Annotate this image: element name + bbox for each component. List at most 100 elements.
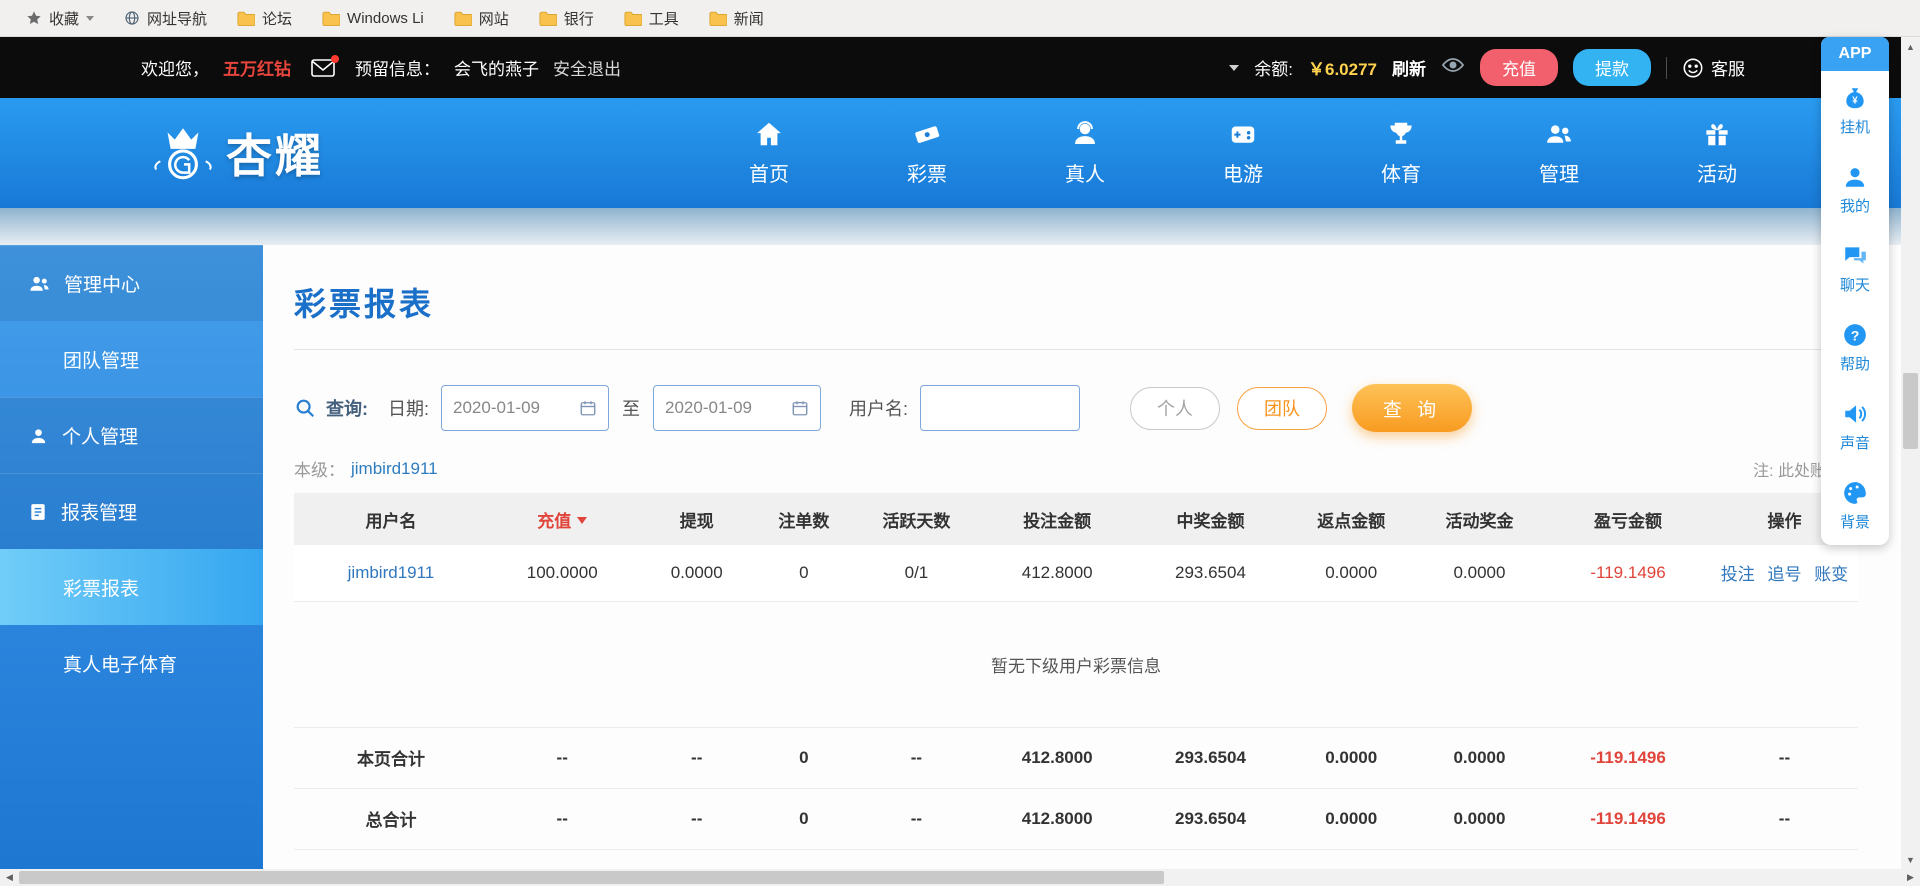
withdraw-button[interactable]: 提款 — [1573, 49, 1651, 86]
username-input[interactable] — [920, 385, 1080, 431]
bookmark-folder-tools[interactable]: 工具 — [624, 8, 679, 29]
bookmark-folder-banks[interactable]: 银行 — [539, 8, 594, 29]
float-item-chat[interactable]: 聊天 — [1821, 229, 1889, 308]
nav-item-live[interactable]: 真人 — [1037, 119, 1133, 187]
help-icon: ? — [1842, 322, 1868, 348]
sidebar-item-live-egame-sports[interactable]: 真人电子体育 — [0, 625, 263, 701]
action-bet-link[interactable]: 投注 — [1721, 565, 1755, 584]
action-chase-link[interactable]: 追号 — [1767, 565, 1801, 584]
sidebar-item-report-manage[interactable]: 报表管理 — [0, 473, 263, 549]
action-account-change-link[interactable]: 账变 — [1814, 565, 1848, 584]
vertical-scroll-thumb[interactable] — [1903, 373, 1918, 449]
date-from-value: 2020-01-09 — [453, 398, 540, 418]
date-from-input[interactable]: 2020-01-09 — [441, 385, 609, 431]
screen: 收藏 网址导航 论坛 Windows Li 网站 银行 工具 新 — [0, 0, 1920, 886]
horizontal-scrollbar[interactable]: ◀ ▶ — [0, 869, 1920, 886]
scroll-up-arrow[interactable]: ▲ — [1901, 37, 1920, 56]
sidebar-item-admin-center[interactable]: 管理中心 — [0, 245, 263, 321]
search-button[interactable]: 查 询 — [1352, 384, 1472, 432]
refresh-button[interactable]: 刷新 — [1392, 55, 1426, 80]
total-cell: -119.1496 — [1545, 727, 1711, 788]
vertical-scrollbar[interactable]: ▲ ▼ — [1901, 37, 1920, 869]
nav-label: 体育 — [1381, 158, 1421, 187]
float-item-background[interactable]: 背景 — [1821, 466, 1889, 545]
sidebar-item-team-manage[interactable]: 团队管理 — [0, 321, 263, 397]
main-navbar: 杏耀 首页 彩票 真人 电游 体育 — [0, 98, 1920, 208]
search-toolbar: 查询: 日期: 2020-01-09 至 2020-01-09 用户名: 个人 … — [294, 384, 1858, 432]
logout-link[interactable]: 安全退出 — [553, 55, 621, 80]
bookmark-folder-forum[interactable]: 论坛 — [237, 8, 292, 29]
float-item-mine[interactable]: 我的 — [1821, 150, 1889, 229]
scroll-down-arrow[interactable]: ▼ — [1901, 850, 1920, 869]
app-button[interactable]: APP — [1821, 37, 1889, 71]
date-to-input[interactable]: 2020-01-09 — [653, 385, 821, 431]
level-label: 本级： — [294, 456, 345, 481]
service-label: 客服 — [1711, 55, 1745, 80]
nav-item-activities[interactable]: 活动 — [1669, 119, 1765, 187]
bookmark-folder-windows[interactable]: Windows Li — [322, 10, 424, 27]
scroll-right-arrow[interactable]: ▶ — [1901, 872, 1920, 883]
scroll-left-arrow[interactable]: ◀ — [0, 872, 19, 883]
customer-service-link[interactable]: 客服 — [1682, 55, 1745, 80]
sidebar-label: 管理中心 — [64, 270, 140, 297]
nav-item-sports[interactable]: 体育 — [1353, 119, 1449, 187]
table-header-row: 用户名 充值 提现 注单数 活跃天数 投注金额 中奖金额 返点金额 活动奖金 盈… — [294, 493, 1858, 545]
cell-actions: 投注 追号 账变 — [1711, 545, 1858, 601]
title-divider — [294, 349, 1858, 350]
float-label: 我的 — [1840, 195, 1870, 216]
page-title: 彩票报表 — [294, 279, 1858, 325]
balance-label: 余额: — [1254, 55, 1293, 80]
total-cell: 293.6504 — [1132, 788, 1288, 849]
bookmark-nav-site[interactable]: 网址导航 — [124, 8, 207, 29]
bookmark-folder-sites[interactable]: 网站 — [454, 8, 509, 29]
nav-item-egames[interactable]: 电游 — [1195, 119, 1291, 187]
total-cell: 293.6504 — [1132, 727, 1288, 788]
nav-item-manage[interactable]: 管理 — [1511, 119, 1607, 187]
bookmark-folder-news[interactable]: 新闻 — [709, 8, 764, 29]
balance-toolbar: 余额: ￥6.0277 刷新 充值 提款 客服 — [1229, 49, 1920, 86]
col-recharge-sortable[interactable]: 充值 — [488, 493, 637, 545]
float-item-sound[interactable]: 声音 — [1821, 387, 1889, 466]
team-filter-button[interactable]: 团队 — [1237, 387, 1327, 430]
sidebar-item-personal-manage[interactable]: 个人管理 — [0, 397, 263, 473]
egame-icon — [1227, 119, 1259, 149]
divider — [1666, 57, 1667, 79]
cell-profit: -119.1496 — [1545, 545, 1711, 601]
mail-icon[interactable] — [311, 59, 335, 77]
to-label: 至 — [622, 395, 640, 421]
float-item-autoplay[interactable]: ¥ 挂机 — [1821, 71, 1889, 150]
nav-item-home[interactable]: 首页 — [721, 119, 817, 187]
total-cell: 0 — [757, 788, 851, 849]
float-item-help[interactable]: ? 帮助 — [1821, 308, 1889, 387]
bookmark-favorites[interactable]: 收藏 — [26, 8, 94, 29]
col-win-amount: 中奖金额 — [1132, 493, 1288, 545]
row-user-link[interactable]: jimbird1911 — [348, 563, 435, 582]
total-cell: -- — [488, 727, 637, 788]
horizontal-scroll-thumb[interactable] — [19, 871, 1164, 884]
sidebar: 管理中心 团队管理 个人管理 报表管理 彩票报表 真人电子体育 — [0, 245, 263, 869]
bookmark-label: 网站 — [479, 8, 509, 29]
user-icon — [28, 426, 49, 446]
float-label: 挂机 — [1840, 116, 1870, 137]
cell-withdraw: 0.0000 — [637, 545, 757, 601]
page-background-strip — [0, 208, 1920, 245]
table-row: jimbird1911 100.0000 0.0000 0 0/1 412.80… — [294, 545, 1858, 601]
bookmark-label: 新闻 — [734, 8, 764, 29]
cell-rebate: 0.0000 — [1289, 545, 1414, 601]
level-user-link[interactable]: jimbird1911 — [351, 459, 438, 479]
manage-icon — [1543, 119, 1575, 149]
balance-caret-icon[interactable] — [1229, 65, 1239, 76]
total-cell: 412.8000 — [982, 727, 1132, 788]
recharge-button[interactable]: 充值 — [1480, 49, 1558, 86]
sidebar-label: 报表管理 — [61, 498, 137, 525]
sidebar-item-lottery-report[interactable]: 彩票报表 — [0, 549, 263, 625]
nav-label: 电游 — [1223, 158, 1263, 187]
site-logo[interactable]: 杏耀 — [150, 120, 324, 186]
col-activity-bonus: 活动奖金 — [1414, 493, 1545, 545]
nav-item-lottery[interactable]: 彩票 — [879, 119, 975, 187]
main-panel: 彩票报表 查询: 日期: 2020-01-09 至 2020-01-09 用户名… — [263, 245, 1920, 869]
username-text: 五万红钻 — [223, 55, 291, 80]
eye-icon[interactable] — [1441, 56, 1465, 79]
personal-filter-button[interactable]: 个人 — [1130, 387, 1220, 430]
total-cell: 412.8000 — [982, 788, 1132, 849]
